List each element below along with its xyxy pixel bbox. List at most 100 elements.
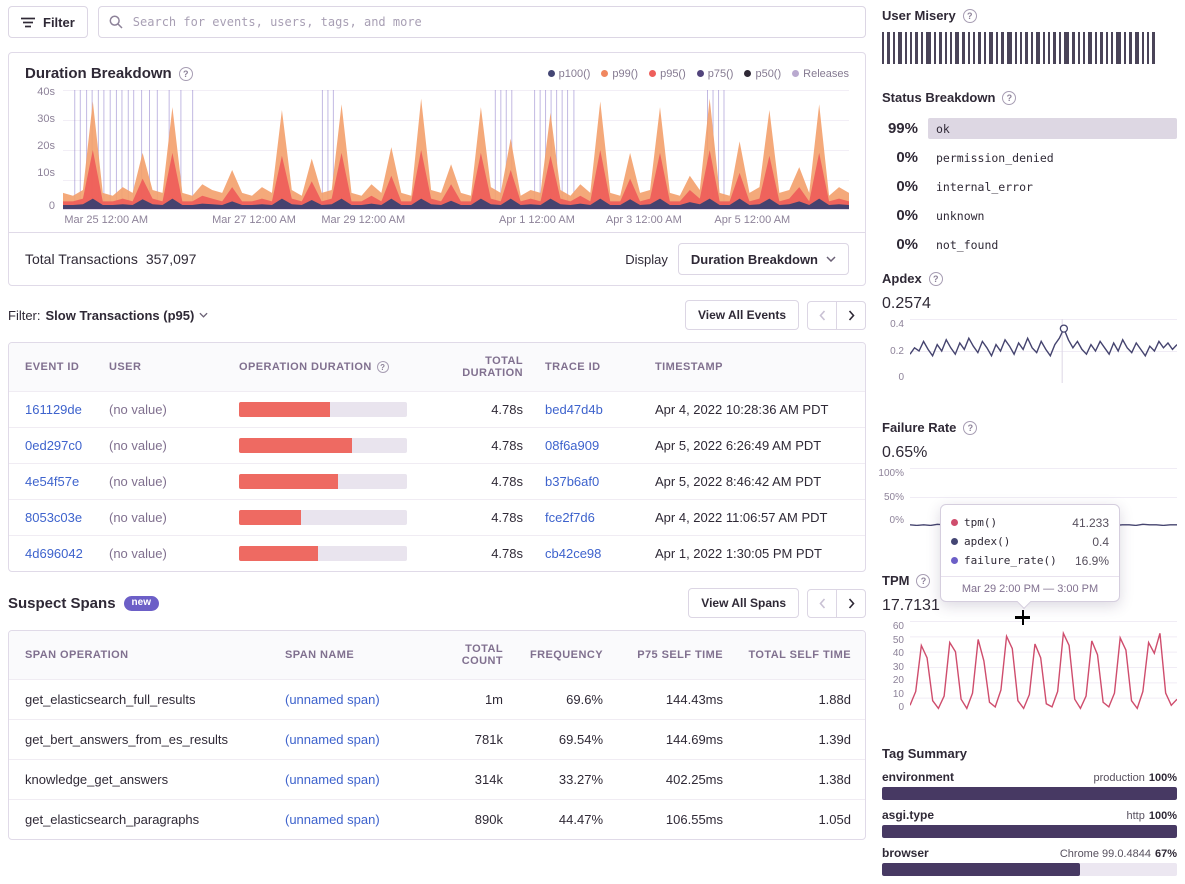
tag-bar[interactable] <box>882 787 1177 800</box>
status-label: not_found <box>936 238 999 252</box>
help-icon[interactable]: ? <box>963 420 978 435</box>
y-tick-label: 10 <box>892 688 904 700</box>
y-tick-label: 30s <box>37 113 55 125</box>
search-input[interactable] <box>130 14 855 30</box>
tooltip-series-value: 41.233 <box>1072 515 1109 530</box>
trace-id-link[interactable]: fce2f7d6 <box>537 510 647 525</box>
misery-bar <box>921 32 923 64</box>
span-name-link[interactable]: (unnamed span) <box>277 772 427 787</box>
misery-bar <box>882 32 884 64</box>
misery-bar <box>1020 32 1022 64</box>
span-name-link[interactable]: (unnamed span) <box>277 732 427 747</box>
display-dropdown[interactable]: Duration Breakdown <box>677 243 849 275</box>
misery-bar <box>893 32 895 64</box>
tooltip-row: failure_rate() 16.9% <box>951 551 1109 570</box>
misery-bar <box>978 32 981 64</box>
legend-item[interactable]: p99() <box>601 68 638 80</box>
new-badge: new <box>123 595 159 611</box>
y-tick-label: 0% <box>889 515 904 526</box>
event-id-link[interactable]: 4d696042 <box>9 546 101 561</box>
next-page-button[interactable] <box>836 588 866 618</box>
table-row: 8053c03e (no value) 4.78s fce2f7d6 Apr 4, 20… <box>9 499 865 535</box>
frequency-cell: 33.27% <box>558 772 603 787</box>
tag-percent: 100% <box>1148 772 1177 784</box>
failure-rate-y-axis: 100% 50% 0% <box>878 468 910 526</box>
timestamp-cell: Apr 1, 2022 1:30:05 PM PDT <box>655 546 822 561</box>
tag-percent: 67% <box>1154 848 1177 860</box>
legend-dot <box>649 70 657 77</box>
column-event-id: Event ID <box>25 361 80 373</box>
status-label: internal_error <box>936 180 1033 194</box>
timestamp-cell: Apr 4, 2022 10:28:36 AM PDT <box>655 402 829 417</box>
status-row[interactable]: 0% not_found <box>882 230 1177 259</box>
trace-id-link[interactable]: b37b6af0 <box>537 474 647 489</box>
trace-id-link[interactable]: 08f6a909 <box>537 438 647 453</box>
frequency-cell: 44.47% <box>558 812 603 827</box>
prev-page-button[interactable] <box>807 300 837 330</box>
filter-button[interactable]: Filter <box>8 6 88 38</box>
tooltip-series-value: 16.9% <box>1074 553 1109 568</box>
legend-item[interactable]: Releases <box>792 68 849 80</box>
legend-item[interactable]: p75() <box>696 68 733 80</box>
status-row[interactable]: 0% permission_denied <box>882 143 1177 172</box>
help-icon[interactable]: ? <box>376 361 389 373</box>
status-label: ok <box>936 121 950 136</box>
event-id-link[interactable]: 0ed297c0 <box>9 438 101 453</box>
tooltip-time-range: Mar 29 2:00 PM — 3:00 PM <box>941 576 1119 601</box>
total-self-time-cell: 1.88d <box>818 692 851 707</box>
view-all-spans-button[interactable]: View All Spans <box>688 588 799 618</box>
help-icon[interactable]: ? <box>962 8 977 23</box>
span-name-link[interactable]: (unnamed span) <box>277 692 427 707</box>
next-page-button[interactable] <box>836 300 866 330</box>
table-row: 4e54f57e (no value) 4.78s b37b6af0 Apr 5, 20… <box>9 463 865 499</box>
span-name-link[interactable]: (unnamed span) <box>277 812 427 827</box>
misery-bar <box>945 32 947 64</box>
transactions-filter-value: Slow Transactions (p95) <box>45 307 195 323</box>
help-icon[interactable]: ? <box>916 573 931 588</box>
duration-legend: p100() p99() p95() p75() p50() Releases <box>547 68 849 80</box>
total-count-cell: 314k <box>474 772 503 787</box>
help-icon[interactable]: ? <box>1002 90 1017 105</box>
event-id-link[interactable]: 4e54f57e <box>9 474 101 489</box>
legend-item[interactable]: p100() <box>547 68 590 80</box>
status-row[interactable]: 0% unknown <box>882 201 1177 230</box>
legend-item[interactable]: p95() <box>649 68 686 80</box>
tpm-chart <box>909 621 1178 716</box>
tag-bar[interactable] <box>882 863 1177 876</box>
event-id-link[interactable]: 8053c03e <box>9 510 101 525</box>
legend-label: p99() <box>612 67 639 80</box>
misery-bar <box>898 32 902 64</box>
misery-bar <box>1111 32 1113 64</box>
tag-bar[interactable] <box>882 825 1177 838</box>
help-icon[interactable]: ? <box>178 66 193 81</box>
trace-id-link[interactable]: cb42ce98 <box>537 546 647 561</box>
tag-row: browser Chrome 99.0.4844 67% <box>882 846 1177 876</box>
duration-y-axis: 40s 30s 20s 10s 0 <box>25 86 55 212</box>
view-all-events-button[interactable]: View All Events <box>684 300 799 330</box>
top-bar: Filter <box>8 6 866 38</box>
prev-page-button[interactable] <box>807 588 837 618</box>
status-breakdown-section: Status Breakdown ? 99% ok 0% permission_den… <box>882 90 1177 259</box>
y-tick-label: 0 <box>48 200 55 212</box>
y-tick-label: 40 <box>892 648 904 659</box>
status-row[interactable]: 0% internal_error <box>882 172 1177 201</box>
misery-bar <box>910 32 912 64</box>
y-tick-label: 50 <box>892 634 904 646</box>
operation-duration-cell <box>231 438 427 453</box>
status-row[interactable]: 99% ok <box>882 114 1177 143</box>
total-transactions: Total Transactions 357,097 <box>25 251 196 267</box>
chart-hover-tooltip: tpm() 41.233 apdex() 0.4 failure_rate() 16.9%… <box>940 504 1120 610</box>
operation-duration-fill <box>239 474 339 489</box>
total-self-time-cell: 1.38d <box>818 772 851 787</box>
help-icon[interactable]: ? <box>928 271 943 286</box>
misery-bar <box>1147 32 1149 64</box>
misery-bar <box>1072 32 1075 64</box>
tag-key: asgi.type <box>882 808 935 822</box>
legend-item[interactable]: p50() <box>744 68 781 80</box>
misery-bar <box>962 32 965 64</box>
trace-id-link[interactable]: bed47d4b <box>537 402 647 417</box>
panel-title: Duration Breakdown ? <box>25 65 193 82</box>
search-bar[interactable] <box>97 6 866 38</box>
event-id-link[interactable]: 161129de <box>9 402 101 417</box>
transactions-filter-dropdown[interactable]: Filter: Slow Transactions (p95) <box>8 308 208 323</box>
